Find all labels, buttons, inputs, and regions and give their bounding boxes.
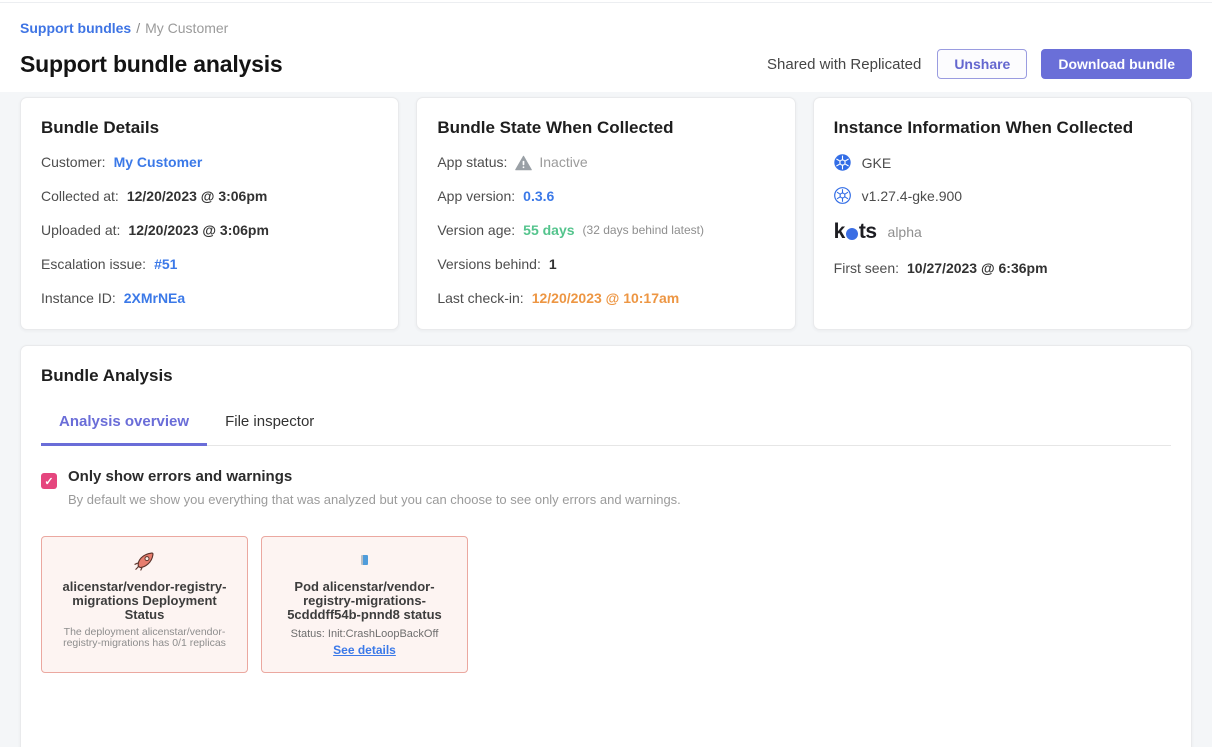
breadcrumb: Support bundles / My Customer (20, 20, 1192, 36)
versions-behind-label: Versions behind: (437, 255, 541, 274)
versions-behind-value: 1 (549, 255, 557, 274)
escalation-issue-link[interactable]: #51 (154, 255, 177, 274)
uploaded-at-row: Uploaded at: 12/20/2023 @ 3:06pm (41, 221, 378, 240)
warning-icon (515, 155, 532, 171)
page-title: Support bundle analysis (20, 51, 283, 78)
tab-analysis-overview[interactable]: Analysis overview (41, 413, 207, 446)
bundle-details-card: Bundle Details Customer: My Customer Col… (20, 97, 399, 330)
distribution-row: GKE (834, 154, 1171, 171)
instance-id-row: Instance ID: 2XMrNEa (41, 289, 378, 308)
analysis-result-pod-status[interactable]: Pod alicenstar/vendor-registry-migration… (261, 536, 468, 673)
bundle-analysis-card: Bundle Analysis Analysis overview File i… (20, 345, 1192, 747)
tab-file-inspector[interactable]: File inspector (207, 413, 332, 446)
analysis-tabs: Analysis overview File inspector (41, 413, 1171, 446)
errors-filter-checkbox[interactable]: ✓ (41, 473, 57, 489)
download-bundle-button[interactable]: Download bundle (1041, 49, 1192, 79)
app-version-row: App version: 0.3.6 (437, 187, 774, 206)
kubernetes-distribution-icon (834, 154, 851, 171)
instance-info-card: Instance Information When Collected (813, 97, 1192, 330)
errors-filter-description: By default we show you everything that w… (68, 492, 681, 507)
see-details-link[interactable]: See details (333, 643, 396, 657)
breadcrumb-current: My Customer (145, 20, 228, 36)
bundle-state-title: Bundle State When Collected (437, 118, 774, 138)
last-checkin-label: Last check-in: (437, 289, 523, 308)
support-bundle-analysis-page: Support bundles / My Customer Support bund… (0, 20, 1212, 747)
summary-cards-row: Bundle Details Customer: My Customer Col… (20, 97, 1192, 330)
errors-filter-text: Only show errors and warnings By default… (68, 468, 681, 507)
customer-label: Customer: (41, 153, 106, 172)
breadcrumb-link-support-bundles[interactable]: Support bundles (20, 20, 131, 36)
rocket-icon (52, 549, 237, 571)
instance-id-link[interactable]: 2XMrNEa (124, 289, 185, 308)
analysis-result-deployment-status[interactable]: alicenstar/vendor-registry-migrations De… (41, 536, 248, 673)
version-age-value: 55 days (523, 221, 574, 240)
escalation-issue-row: Escalation issue: #51 (41, 255, 378, 274)
errors-filter-label: Only show errors and warnings (68, 468, 681, 485)
kots-channel: alpha (888, 224, 922, 240)
kubernetes-version-icon (834, 187, 851, 204)
unshare-button[interactable]: Unshare (937, 49, 1027, 79)
kots-logo-dot (846, 228, 858, 240)
collected-at-value: 12/20/2023 @ 3:06pm (127, 187, 268, 206)
uploaded-at-value: 12/20/2023 @ 3:06pm (128, 221, 269, 240)
last-checkin-row: Last check-in: 12/20/2023 @ 10:17am (437, 289, 774, 308)
header-actions: Shared with Replicated Unshare Download … (767, 49, 1192, 79)
collected-at-row: Collected at: 12/20/2023 @ 3:06pm (41, 187, 378, 206)
version-age-row: Version age: 55 days (32 days behind lat… (437, 221, 774, 240)
version-age-label: Version age: (437, 221, 515, 240)
analysis-results-row: alicenstar/vendor-registry-migrations De… (41, 536, 1171, 673)
result-title: Pod alicenstar/vendor-registry-migration… (272, 580, 457, 622)
k8s-version-value: v1.27.4-gke.900 (862, 188, 962, 204)
escalation-issue-label: Escalation issue: (41, 255, 146, 274)
version-age-note: (32 days behind latest) (583, 221, 704, 240)
app-status-label: App status: (437, 153, 507, 172)
instance-info-title: Instance Information When Collected (834, 118, 1171, 138)
versions-behind-row: Versions behind: 1 (437, 255, 774, 274)
bundle-state-card: Bundle State When Collected App status: … (416, 97, 795, 330)
breadcrumb-separator: / (136, 20, 140, 36)
top-divider (0, 0, 1212, 3)
app-status-row: App status: Inactive (437, 153, 774, 172)
bundle-details-title: Bundle Details (41, 118, 378, 138)
customer-link[interactable]: My Customer (114, 153, 203, 172)
collected-at-label: Collected at: (41, 187, 119, 206)
app-version-link[interactable]: 0.3.6 (523, 187, 554, 206)
app-status-value: Inactive (539, 153, 587, 172)
distribution-value: GKE (862, 155, 892, 171)
app-version-label: App version: (437, 187, 515, 206)
first-seen-value: 10/27/2023 @ 6:36pm (907, 260, 1048, 276)
first-seen-row: First seen: 10/27/2023 @ 6:36pm (834, 260, 1171, 276)
shared-with-text: Shared with Replicated (767, 56, 921, 73)
k8s-version-row: v1.27.4-gke.900 (834, 187, 1171, 204)
last-checkin-value: 12/20/2023 @ 10:17am (532, 289, 680, 308)
customer-row: Customer: My Customer (41, 153, 378, 172)
bundle-analysis-title: Bundle Analysis (41, 366, 1171, 386)
errors-filter-row: ✓ Only show errors and warnings By defau… (41, 468, 1171, 507)
kots-logo: kts (834, 220, 877, 244)
uploaded-at-label: Uploaded at: (41, 221, 120, 240)
pod-icon (272, 549, 457, 571)
result-status: Status: Init:CrashLoopBackOff (272, 628, 457, 640)
result-message: The deployment alicenstar/vendor-registr… (52, 627, 237, 649)
first-seen-label: First seen: (834, 260, 899, 276)
kots-row: kts alpha (834, 220, 1171, 244)
instance-id-label: Instance ID: (41, 289, 116, 308)
result-title: alicenstar/vendor-registry-migrations De… (52, 580, 237, 622)
page-header: Support bundle analysis Shared with Repl… (20, 49, 1192, 79)
